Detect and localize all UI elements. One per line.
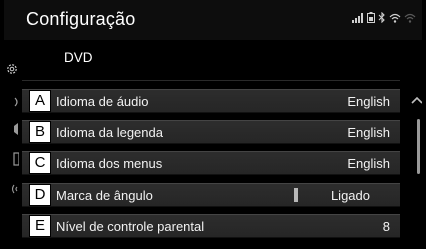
bluetooth-icon[interactable] — [5, 95, 19, 109]
callout-tag-a: A — [29, 90, 51, 112]
wifi-weak-icon — [404, 13, 416, 23]
row-label: Idioma de áudio — [56, 94, 149, 109]
wifi-icon — [389, 13, 401, 23]
row-label: Nível de controle parental — [56, 219, 205, 234]
callout-tag-e: E — [29, 215, 51, 237]
row-audio-language[interactable]: Idioma de áudio English — [22, 89, 400, 113]
row-label: Idioma dos menus — [56, 156, 163, 171]
row-parental-control[interactable]: Nível de controle parental 8 — [22, 214, 400, 238]
left-rail — [4, 40, 20, 246]
page-title: Configuração — [26, 9, 136, 29]
top-bar: Configuração — [4, 0, 422, 40]
row-label: Idioma da legenda — [56, 125, 163, 140]
row-value: 8 — [382, 219, 390, 234]
row-angle-mark[interactable]: Marca de ângulo Ligado — [22, 183, 400, 207]
battery-icon — [367, 12, 375, 23]
section-title: DVD — [64, 50, 93, 65]
row-value: English — [347, 94, 390, 109]
phone-icon[interactable] — [5, 152, 20, 166]
callout-tag-d: D — [29, 184, 51, 206]
settings-screen: Configuração DVD Idioma de áudio English… — [0, 0, 426, 249]
antenna-icon[interactable] — [5, 182, 19, 196]
toggle-indicator[interactable] — [294, 188, 298, 202]
settings-gear-icon[interactable] — [5, 62, 19, 76]
divider — [22, 80, 400, 81]
row-value: English — [347, 125, 390, 140]
bluetooth-icon — [378, 12, 386, 23]
row-label: Marca de ângulo — [56, 188, 153, 203]
row-value: English — [347, 156, 390, 171]
callout-tag-b: B — [29, 121, 51, 143]
speaker-icon[interactable] — [5, 122, 19, 136]
callout-tag-c: C — [29, 152, 51, 174]
row-value: Ligado — [330, 188, 370, 203]
status-icons — [352, 12, 416, 23]
screen-edge — [422, 40, 426, 249]
signal-icon — [352, 12, 364, 23]
row-subtitle-language[interactable]: Idioma da legenda English — [22, 120, 400, 144]
row-menu-language[interactable]: Idioma dos menus English — [22, 151, 400, 175]
scrollbar[interactable] — [417, 119, 420, 174]
